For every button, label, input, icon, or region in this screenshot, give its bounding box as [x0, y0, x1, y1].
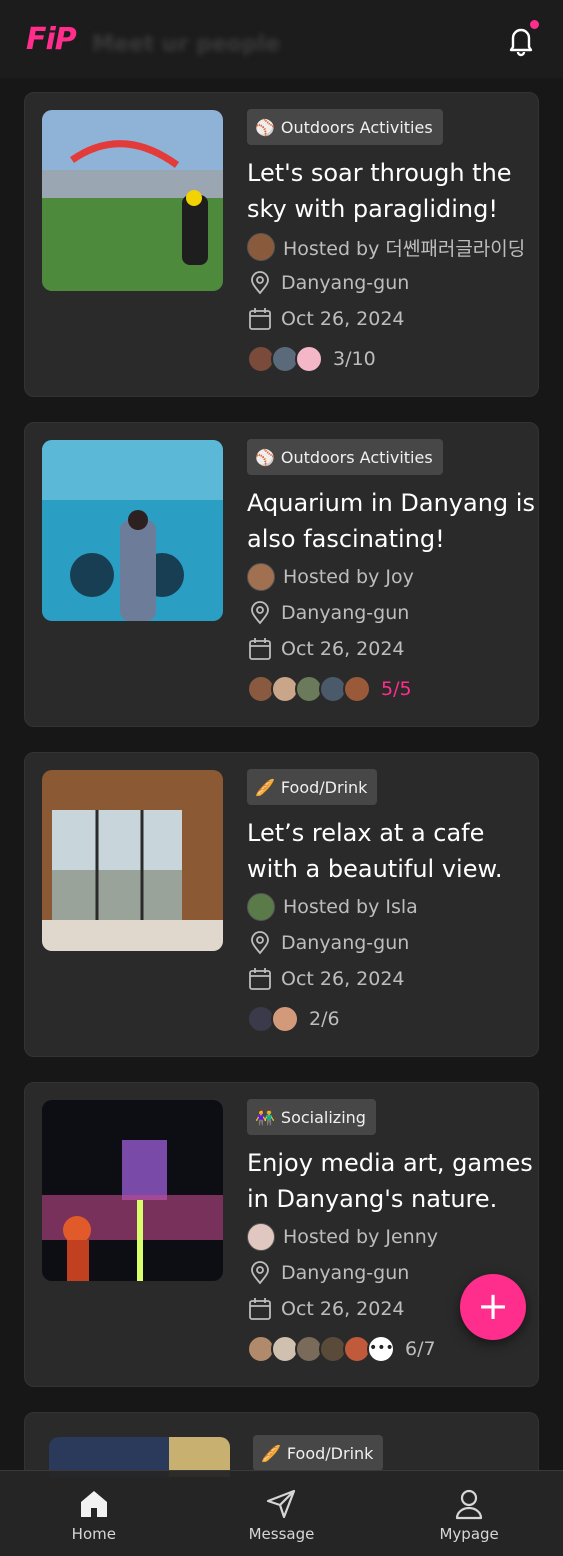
meetup-image [42, 110, 223, 291]
host-avatar [247, 233, 275, 261]
home-icon [80, 1491, 107, 1517]
meetup-title: Aquarium in Danyang is also fascinating! [247, 489, 535, 553]
member-avatar [295, 345, 323, 373]
host-row: Hosted by Joy [247, 561, 537, 593]
meetup-card[interactable]: ⚾ Outdoors Activities Let's soar through… [24, 92, 539, 397]
meetup-image [42, 770, 223, 951]
user-icon [456, 1489, 483, 1520]
member-count: 5/5 [381, 678, 412, 700]
app-logo[interactable]: FiP [26, 22, 77, 57]
location-pin-icon [251, 601, 269, 625]
host-row: Hosted by 더쎈패러글라이딩 [247, 231, 537, 263]
member-avatars: 2/6 [247, 1001, 537, 1037]
category-badge: 🥖 Food/Drink [253, 1435, 384, 1471]
meetup-card[interactable]: 🥖 Food/Drink Let’s relax at a cafe with … [24, 752, 539, 1057]
host-avatar [247, 1223, 275, 1251]
member-avatars: 5/5 [247, 671, 537, 707]
location-row: Danyang-gun [247, 927, 537, 959]
category-badge: ⚾ Outdoors Activities [247, 109, 443, 145]
location-pin-icon [251, 271, 269, 295]
host-row: Hosted by Isla [247, 891, 537, 923]
header-title: Meet ur people [92, 32, 281, 57]
host-row: Hosted by Jenny [247, 1221, 537, 1253]
member-count: 6/7 [405, 1338, 436, 1360]
member-count: 3/10 [333, 348, 376, 370]
bread-icon: 🥖 [261, 1443, 281, 1463]
meetup-card[interactable]: 🥖 Food/Drink [24, 1412, 539, 1477]
baseball-icon: ⚾ [255, 117, 275, 137]
nav-message[interactable]: Message [221, 1487, 341, 1543]
people-icon: 👫 [255, 1107, 275, 1127]
calendar-icon [249, 308, 271, 330]
meetup-image [42, 440, 223, 621]
meetup-image [42, 1100, 223, 1281]
meetup-feed: ⚾ Outdoors Activities Let's soar through… [24, 92, 539, 1497]
bread-icon: 🥖 [255, 777, 275, 797]
host-avatar [247, 563, 275, 591]
member-avatars: 3/10 [247, 341, 537, 377]
calendar-icon [249, 968, 271, 990]
app-header: FiP Meet ur people [0, 0, 563, 78]
member-avatar [271, 1005, 299, 1033]
category-badge: 🥖 Food/Drink [247, 769, 378, 805]
baseball-icon: ⚾ [255, 447, 275, 467]
calendar-icon [249, 638, 271, 660]
send-icon [267, 1489, 296, 1519]
location-row: Danyang-gun [247, 267, 537, 299]
member-avatar [343, 675, 371, 703]
notification-dot [530, 20, 539, 29]
meetup-card[interactable]: 👫 Socializing Enjoy media art, games in … [24, 1082, 539, 1387]
category-badge: 👫 Socializing [247, 1099, 376, 1135]
date-row: Oct 26, 2024 [247, 303, 537, 335]
nav-home[interactable]: Home [34, 1487, 154, 1543]
category-badge: ⚾ Outdoors Activities [247, 439, 443, 475]
create-meetup-button[interactable]: + [460, 1274, 526, 1340]
member-count: 2/6 [309, 1008, 340, 1030]
date-row: Oct 26, 2024 [247, 633, 537, 665]
more-members-icon: ••• [367, 1335, 395, 1363]
location-row: Danyang-gun [247, 597, 537, 629]
meetup-card[interactable]: ⚾ Outdoors Activities Aquarium in Danyan… [24, 422, 539, 727]
meetup-title: Let’s relax at a cafe with a beautiful v… [247, 819, 503, 883]
date-row: Oct 26, 2024 [247, 963, 537, 995]
calendar-icon [249, 1298, 271, 1320]
meetup-title: Let's soar through the sky with paraglid… [247, 159, 512, 223]
nav-mypage[interactable]: Mypage [409, 1487, 529, 1543]
meetup-title: Enjoy media art, games in Danyang's natu… [247, 1149, 533, 1213]
location-pin-icon [251, 931, 269, 955]
bottom-nav: Home Message Mypage [0, 1470, 563, 1556]
plus-icon: + [477, 1284, 509, 1328]
host-avatar [247, 893, 275, 921]
location-pin-icon [251, 1261, 269, 1285]
